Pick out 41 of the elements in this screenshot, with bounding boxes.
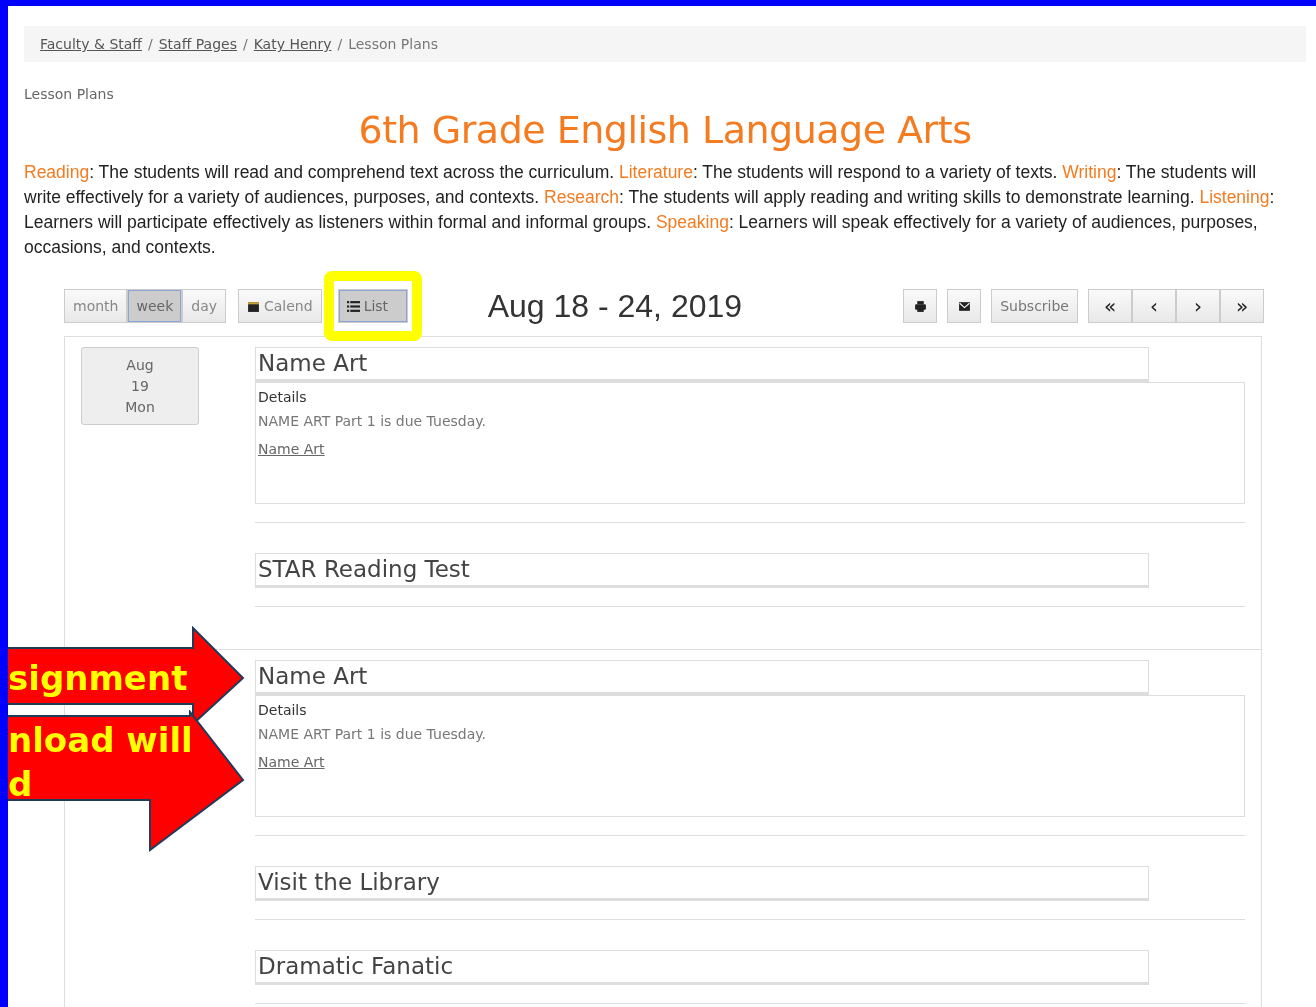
breadcrumb-link[interactable]: Faculty & Staff (40, 36, 142, 52)
standards-paragraph: Reading: The students will read and comprehend text across the curriculum. Literature: The students will respond to a variety of texts. Writing: The students will write effectively for a variety of audiences, purposes, and contexts. Research: The students will apply reading and writing skills to demonstrate learning. Listening: Learners will participate effectively as listeners within formal and informal groups. Speaking: Learners will speak effectively for a variety of audiences, purposes, occasions, and contexts. (24, 161, 1276, 259)
date-weekday: Mon (125, 397, 155, 417)
breadcrumb-link[interactable]: Katy Henry (253, 36, 332, 52)
subscribe-button[interactable]: Subscribe (991, 289, 1078, 323)
print-button[interactable] (903, 289, 938, 323)
nav-button[interactable]: » (1220, 289, 1264, 323)
page-title: 6th Grade English Language Arts (357, 108, 973, 152)
calendar-icon (247, 299, 260, 313)
list-icon (346, 299, 360, 313)
section-label: Lesson Plans (24, 86, 115, 102)
view-tab[interactable]: week (127, 289, 183, 323)
event-title[interactable]: Visit the Library (255, 866, 1149, 901)
details-label: Details (258, 389, 308, 405)
date-day: 19 (131, 375, 149, 397)
nav-button[interactable]: « (1088, 289, 1132, 323)
email-button[interactable] (947, 289, 982, 323)
date-range: Aug 18 - 24, 2019 (487, 287, 743, 325)
details-label: Details (258, 702, 308, 718)
callout-text: signment (8, 657, 188, 700)
display-tab[interactable]: List (337, 289, 408, 323)
breadcrumb-separator: / (148, 36, 153, 52)
details-text: NAME ART Part 1 is due Tuesday. (258, 413, 488, 429)
event-title[interactable]: STAR Reading Test (255, 553, 1149, 588)
details-text: NAME ART Part 1 is due Tuesday. (258, 726, 488, 742)
printer-icon (913, 299, 927, 313)
breadcrumb-current: Lesson Plans (348, 36, 438, 52)
nav-button[interactable]: › (1176, 289, 1220, 323)
envelope-icon (957, 299, 971, 313)
callout-text: nload will (8, 719, 193, 762)
nav-button[interactable]: ‹ (1132, 289, 1176, 323)
event-link[interactable]: Name Art (258, 754, 325, 770)
callout-text: d (8, 763, 33, 806)
breadcrumb-link[interactable]: Staff Pages (158, 36, 237, 52)
breadcrumb-separator: / (242, 36, 248, 52)
breadcrumb-separator: / (337, 36, 343, 52)
event-title[interactable]: Dramatic Fanatic (255, 950, 1149, 985)
date-month: Aug (126, 355, 154, 375)
event-link[interactable]: Name Art (258, 441, 325, 457)
event-title[interactable]: Name Art (255, 660, 1149, 695)
event-title[interactable]: Name Art (255, 347, 1149, 382)
